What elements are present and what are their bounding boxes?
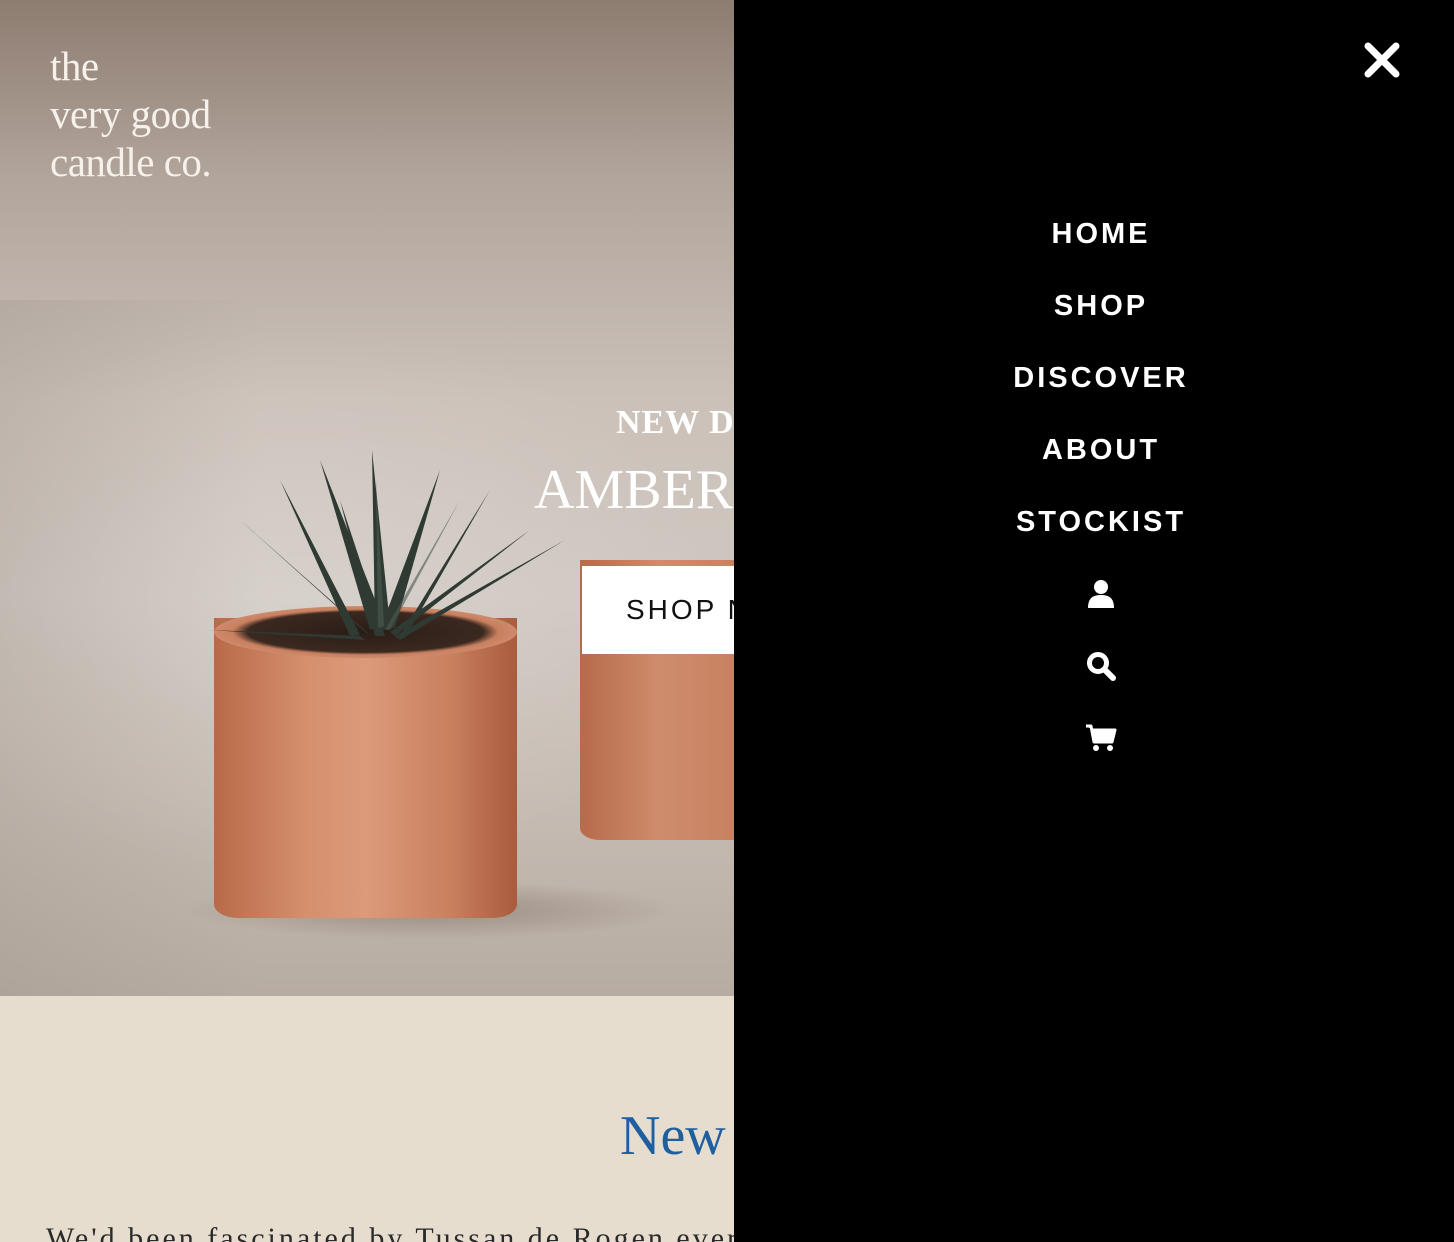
search-link[interactable]: [734, 630, 1454, 702]
drawer-nav-list: HOME SHOP DISCOVER ABOUT STOCKIST: [734, 198, 1454, 558]
logo-line-2: very good: [50, 91, 211, 137]
section-body-text: We'd been fascinated by Tussan de Rogen …: [46, 1222, 741, 1242]
nav-item-discover[interactable]: DISCOVER: [734, 342, 1454, 414]
drawer-icon-list: [734, 558, 1454, 774]
logo-line-3: candle co.: [50, 139, 212, 185]
user-icon: [1088, 580, 1114, 608]
nav-item-stockist[interactable]: STOCKIST: [734, 486, 1454, 558]
cart-icon: [1086, 724, 1117, 751]
close-drawer-button[interactable]: [1360, 38, 1404, 82]
brand-logo[interactable]: the very good candle co.: [50, 42, 212, 186]
nav-item-shop[interactable]: SHOP: [734, 270, 1454, 342]
front-pot-image: [214, 618, 517, 918]
account-link[interactable]: [734, 558, 1454, 630]
hero-eyebrow: NEW D: [616, 404, 735, 441]
nav-drawer: HOME SHOP DISCOVER ABOUT STOCKIST: [734, 0, 1454, 1242]
logo-line-1: the: [50, 43, 99, 89]
section-heading: New: [620, 1105, 726, 1167]
nav-item-home[interactable]: HOME: [734, 198, 1454, 270]
nav-item-about[interactable]: ABOUT: [734, 414, 1454, 486]
search-icon: [1087, 652, 1116, 681]
close-icon: [1364, 42, 1400, 78]
succulent-plant-image: [210, 450, 565, 640]
cart-link[interactable]: [734, 702, 1454, 774]
